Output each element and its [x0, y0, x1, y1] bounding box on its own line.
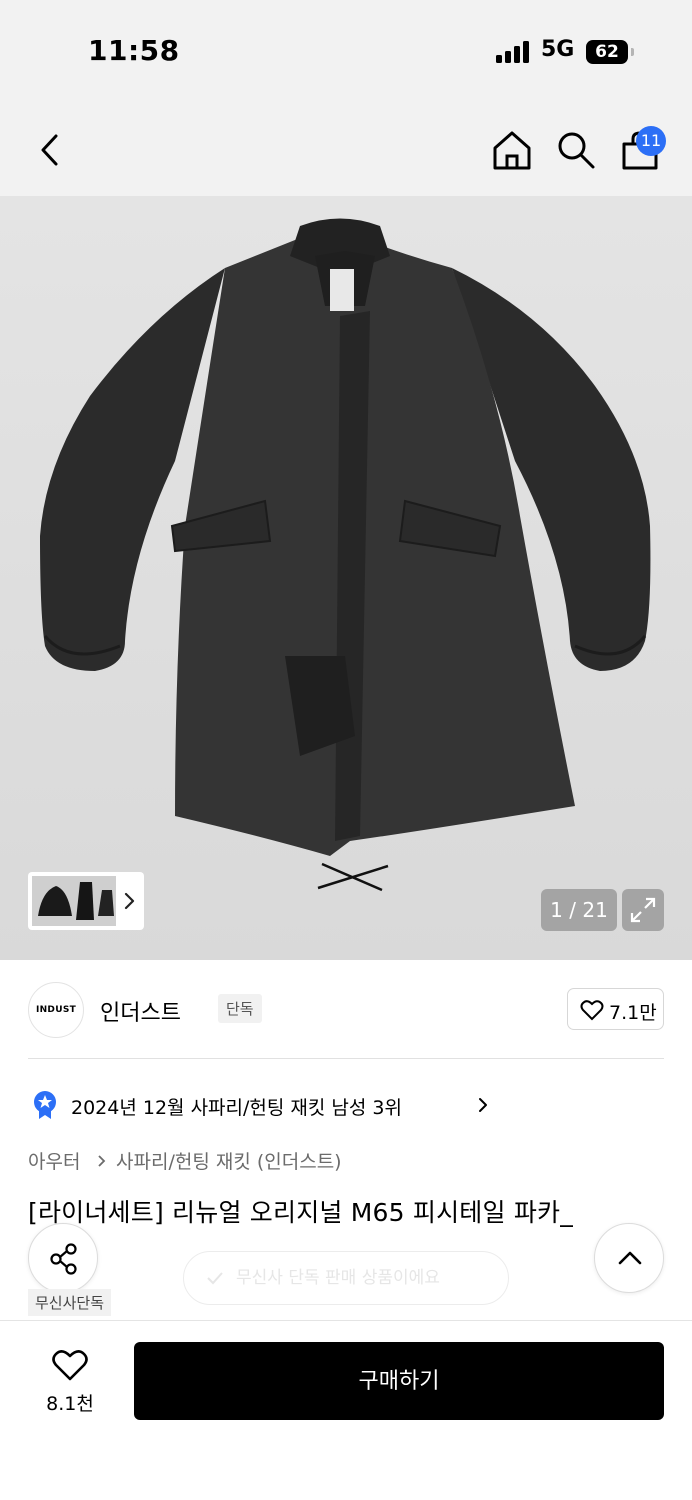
back-arrow-icon — [41, 134, 58, 166]
product-title: [라이너세트] 리뉴얼 오리지널 M65 피시테일 파카_ — [28, 1198, 573, 1227]
ranking-badge-icon — [34, 1091, 56, 1119]
expand-image-button[interactable] — [622, 889, 664, 931]
brand-like-count: 7.1만 — [609, 1002, 657, 1024]
ranking-link[interactable]: 2024년 12월 사파리/헌팅 재킷 남성 3위 — [32, 1088, 662, 1122]
expand-icon — [630, 897, 656, 923]
check-icon — [207, 1272, 223, 1285]
buy-button[interactable]: 구매하기 — [134, 1342, 664, 1420]
chevron-right-icon — [124, 892, 135, 910]
battery-icon: 62 — [586, 40, 634, 64]
search-icon — [558, 132, 595, 169]
product-image — [40, 218, 651, 892]
signal-icon — [496, 41, 530, 63]
brand-like-button[interactable]: 7.1만 — [567, 988, 664, 1030]
product-image-gallery[interactable]: 1 / 21 — [0, 196, 692, 960]
share-icon — [50, 1243, 77, 1275]
top-nav — [0, 100, 692, 196]
wishlist-count: 8.1천 — [46, 1393, 94, 1415]
image-page-counter: 1 / 21 — [541, 889, 617, 931]
ranking-text: 2024년 12월 사파리/헌팅 재킷 남성 3위 — [71, 1097, 402, 1119]
thumbnail-strip[interactable] — [28, 872, 144, 930]
back-button[interactable] — [32, 130, 68, 170]
home-icon — [493, 131, 531, 170]
scroll-to-top-button[interactable] — [594, 1223, 664, 1293]
brand-row[interactable]: INDUST 인더스트 단독 7.1만 — [28, 980, 664, 1038]
toast-text: 무신사 단독 판매 상품이에요 — [236, 1268, 440, 1288]
heart-icon — [580, 1000, 604, 1021]
cart-count-badge: 11 — [636, 126, 666, 156]
status-time: 11:58 — [88, 34, 180, 67]
bottom-purchase-bar: 8.1천 구매하기 — [0, 1320, 692, 1500]
breadcrumb-outerwear[interactable]: 아우터 — [28, 1147, 80, 1174]
share-button[interactable] — [28, 1223, 98, 1293]
brand-logo[interactable]: INDUST — [28, 982, 84, 1038]
chevron-right-icon — [98, 1155, 106, 1167]
network-label: 5G — [541, 37, 575, 62]
brand-name[interactable]: 인더스트 — [100, 995, 181, 1027]
exclusive-toast: 무신사 단독 판매 상품이에요 — [183, 1251, 509, 1305]
heart-icon — [52, 1350, 88, 1381]
status-bar: 11:58 5G 62 — [0, 0, 692, 100]
search-button[interactable] — [554, 128, 598, 172]
thumbnail-image[interactable] — [32, 876, 116, 926]
wishlist-button[interactable]: 8.1천 — [30, 1345, 110, 1421]
breadcrumb-category[interactable]: 사파리/헌팅 재킷 (인더스트) — [116, 1147, 342, 1174]
divider — [28, 1058, 664, 1059]
home-button[interactable] — [490, 128, 534, 172]
exclusive-tag: 단독 — [218, 994, 262, 1023]
musinsa-exclusive-label: 무신사단독 — [28, 1289, 112, 1316]
chevron-right-icon — [479, 1098, 487, 1112]
chevron-up-icon — [618, 1251, 642, 1265]
